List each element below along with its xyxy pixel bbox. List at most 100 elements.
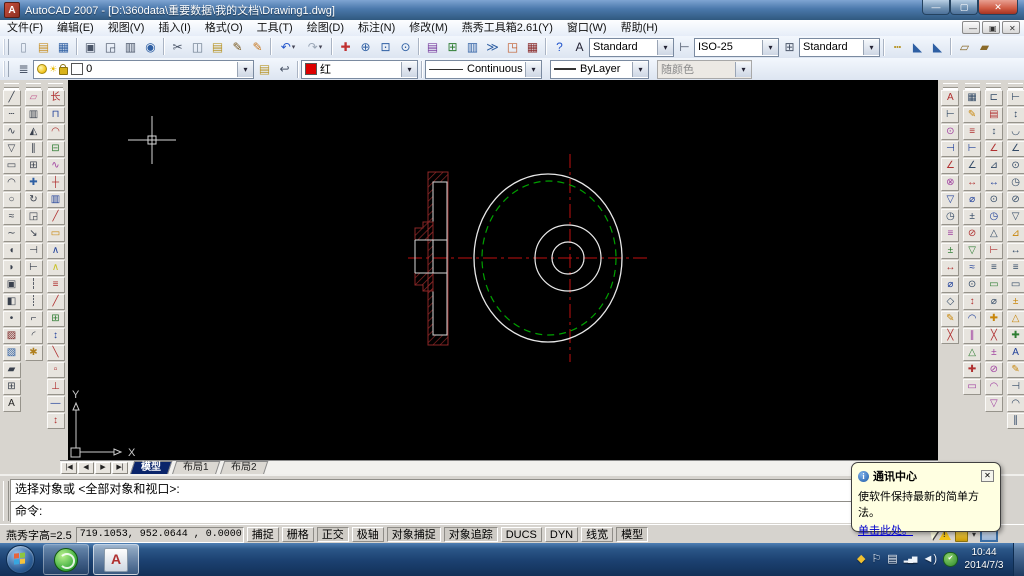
dim-tool-icon[interactable]: ⊘ (1007, 192, 1024, 208)
dim-tool-icon[interactable]: ∠ (941, 158, 959, 174)
dim-tool-icon[interactable]: ✎ (963, 107, 981, 123)
command-prompt-input[interactable]: 命令: (10, 501, 982, 523)
yx-tool-icon[interactable]: ∿ (47, 158, 65, 174)
mdi-restore-button[interactable]: ▣ (982, 21, 1000, 34)
dim-tool-icon[interactable]: ⊘ (985, 362, 1003, 378)
cut-icon[interactable]: ✂ (168, 38, 187, 57)
dim-tool-icon[interactable]: ◠ (1007, 396, 1024, 412)
yx-tool-icon[interactable]: ↕ (47, 413, 65, 429)
yx-tool-icon[interactable]: ╱ (47, 294, 65, 310)
yx-tool-icon[interactable]: ▥ (47, 192, 65, 208)
dim-tool-icon[interactable]: ∠ (963, 158, 981, 174)
dim-tool-icon[interactable]: △ (963, 345, 981, 361)
menu-燕秀工具箱2.61[interactable]: 燕秀工具箱2.61(Y) (455, 20, 560, 36)
table-style-icon[interactable]: ⊞ (780, 38, 799, 57)
publish-web-icon[interactable]: ◉ (141, 38, 160, 57)
network-signal-icon[interactable]: ▂▄▆ (904, 556, 917, 563)
dim-tool-icon[interactable]: ≡ (941, 226, 959, 242)
chevron-down-icon[interactable]: ▾ (632, 62, 648, 77)
help-icon[interactable]: ? (550, 38, 569, 57)
dim-style-combo[interactable]: ISO-25 ▾ (694, 38, 779, 57)
dim-tool-icon[interactable]: △ (985, 226, 1003, 242)
yx-sheet-2-icon[interactable]: ▰ (975, 38, 994, 57)
tray-flag-icon[interactable]: ⚐ (871, 554, 881, 565)
dim-tool-icon[interactable]: ± (985, 345, 1003, 361)
quickcalc-icon[interactable]: ▦ (523, 38, 542, 57)
menu-绘图[interactable]: 绘图(D) (300, 20, 351, 36)
tab-布局1[interactable]: 布局1 (172, 461, 220, 475)
menu-窗口[interactable]: 窗口(W) (560, 20, 614, 36)
dim-tool-icon[interactable]: ↔ (1007, 243, 1024, 259)
minimize-button[interactable]: — (922, 0, 950, 15)
move-icon[interactable]: ✚ (25, 175, 43, 191)
mtext-icon[interactable]: A (3, 396, 21, 412)
dim-tool-icon[interactable]: ▤ (985, 107, 1003, 123)
dim-tool-icon[interactable]: ◠ (985, 379, 1003, 395)
dim-tool-icon[interactable]: ◷ (985, 209, 1003, 225)
dim-tool-icon[interactable]: ▦ (963, 90, 981, 106)
construction-line-icon[interactable]: ┄ (3, 107, 21, 123)
dim-tool-icon[interactable]: ⊙ (985, 192, 1003, 208)
tab-nav-button[interactable]: |◀ (61, 462, 77, 474)
dim-tool-icon[interactable]: A (941, 90, 959, 106)
dim-tool-icon[interactable]: ⊿ (1007, 226, 1024, 242)
dim-tool-icon[interactable]: ▽ (963, 243, 981, 259)
yx-tool-icon[interactable]: ⊞ (47, 311, 65, 327)
linetype-manager-icon[interactable]: ┅ (888, 38, 907, 57)
dim-tool-icon[interactable]: ⊣ (1007, 379, 1024, 395)
menu-格式[interactable]: 格式(O) (198, 20, 250, 36)
yx-tool-icon[interactable]: ↕ (47, 328, 65, 344)
dim-tool-icon[interactable]: ⊙ (941, 124, 959, 140)
line-icon[interactable]: ╱ (3, 90, 21, 106)
markup-set-manager-icon[interactable]: ◳ (503, 38, 522, 57)
extend-icon[interactable]: ⊢ (25, 260, 43, 276)
dim-tool-icon[interactable]: ⊢ (963, 141, 981, 157)
break-at-point-icon[interactable]: ┆ (25, 277, 43, 293)
array-icon[interactable]: ⊞ (25, 158, 43, 174)
linetype-combo[interactable]: Continuous ▾ (425, 60, 542, 79)
table-style-combo[interactable]: Standard ▾ (799, 38, 880, 57)
dim-tool-icon[interactable]: ◷ (1007, 175, 1024, 191)
open-icon[interactable]: ▤ (34, 38, 53, 57)
ellipse-arc-icon[interactable]: ◗ (3, 260, 21, 276)
dim-tool-icon[interactable]: ∠ (1007, 141, 1024, 157)
mirror-icon[interactable]: ◭ (25, 124, 43, 140)
dim-tool-icon[interactable]: ✎ (1007, 362, 1024, 378)
redo-icon[interactable]: ↷▾ (302, 38, 328, 57)
undo-icon[interactable]: ↶▾ (275, 38, 301, 57)
tab-布局2[interactable]: 布局2 (219, 461, 267, 475)
region-icon[interactable]: ▰ (3, 362, 21, 378)
chevron-down-icon[interactable]: ▾ (237, 62, 253, 77)
revcloud-icon[interactable]: ≈ (3, 209, 21, 225)
save-icon[interactable]: ▦ (54, 38, 73, 57)
close-button[interactable]: ✕ (978, 0, 1018, 15)
menu-修改[interactable]: 修改(M) (402, 20, 455, 36)
insert-block-icon[interactable]: ▣ (3, 277, 21, 293)
taskbar-autocad-button[interactable]: A (93, 544, 139, 575)
status-toggle-模型[interactable]: 模型 (616, 527, 648, 542)
make-block-icon[interactable]: ◧ (3, 294, 21, 310)
dim-tool-icon[interactable]: ╳ (941, 328, 959, 344)
explode-icon[interactable]: ✱ (25, 345, 43, 361)
erase-icon[interactable]: ▱ (25, 90, 43, 106)
dim-tool-icon[interactable]: ▽ (941, 192, 959, 208)
antivirus-shield-icon[interactable]: ✔ (943, 552, 958, 567)
dim-tool-icon[interactable]: ↔ (941, 260, 959, 276)
mdi-minimize-button[interactable]: — (962, 21, 980, 34)
dim-tool-icon[interactable]: ⊣ (941, 141, 959, 157)
dim-tool-icon[interactable]: ± (941, 243, 959, 259)
yx-tool-1-icon[interactable]: ◣ (908, 38, 927, 57)
menu-视图[interactable]: 视图(V) (101, 20, 152, 36)
menu-插入[interactable]: 插入(I) (151, 20, 197, 36)
polyline-icon[interactable]: ∿ (3, 124, 21, 140)
dim-tool-icon[interactable]: ▭ (1007, 277, 1024, 293)
ellipse-icon[interactable]: ◖ (3, 243, 21, 259)
match-properties-icon[interactable]: ✎ (248, 38, 267, 57)
status-toggle-极轴[interactable]: 极轴 (352, 527, 384, 542)
lineweight-combo[interactable]: ByLayer ▾ (550, 60, 649, 79)
publish-icon[interactable]: ▥ (121, 38, 140, 57)
color-combo[interactable]: 红 ▾ (301, 60, 418, 79)
plot-icon[interactable]: ▣ (81, 38, 100, 57)
status-toggle-对象追踪[interactable]: 对象追踪 (444, 527, 498, 542)
new-icon[interactable]: ▯ (14, 38, 33, 57)
